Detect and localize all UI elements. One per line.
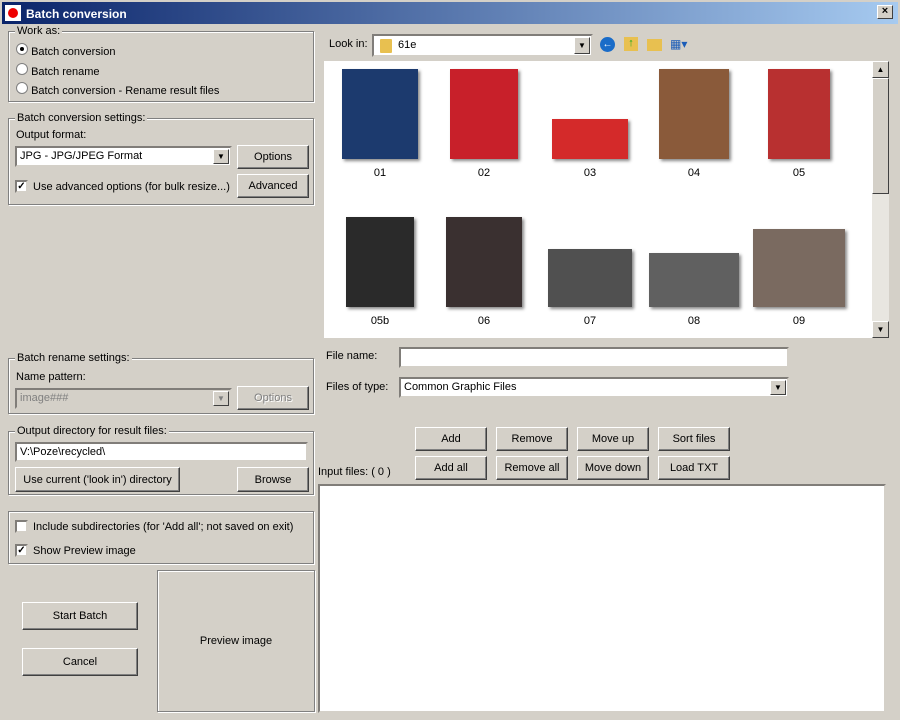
output-directory-input[interactable]: V:\Poze\recycled\ xyxy=(15,442,308,462)
checkbox-box[interactable] xyxy=(15,520,28,533)
input-files-list[interactable] xyxy=(318,484,886,713)
thumbnail-caption: 07 xyxy=(583,315,597,327)
files-of-type-value: Common Graphic Files xyxy=(404,381,517,393)
move-up-button[interactable]: Move up xyxy=(577,427,649,451)
output-format-label: Output format: xyxy=(16,129,87,141)
thumbnail-caption: 03 xyxy=(583,167,597,179)
name-pattern-value: image### xyxy=(20,392,69,404)
thumbnail-caption: 01 xyxy=(373,167,387,179)
output-format-select[interactable]: JPG - JPG/JPEG Format ▼ xyxy=(15,146,232,167)
remove-all-button[interactable]: Remove all xyxy=(496,456,568,480)
name-pattern-label: Name pattern: xyxy=(16,371,86,383)
advanced-options-checkbox[interactable]: ✓ Use advanced options (for bulk resize..… xyxy=(15,180,230,193)
input-files-label: Input files: ( 0 ) xyxy=(318,466,391,478)
scrollbar-thumb[interactable] xyxy=(872,78,889,194)
file-name-input[interactable] xyxy=(399,347,789,368)
thumbnail-image[interactable] xyxy=(659,69,729,159)
format-options-button[interactable]: Options xyxy=(237,145,309,169)
files-of-type-select[interactable]: Common Graphic Files ▼ xyxy=(399,377,789,398)
radio-batch-rename[interactable]: Batch rename xyxy=(16,63,100,78)
chevron-down-icon[interactable]: ▼ xyxy=(770,380,786,395)
thumbnail-caption: 05 xyxy=(792,167,806,179)
look-in-select[interactable]: 61e ▼ xyxy=(372,34,593,57)
radio-button[interactable] xyxy=(16,63,28,75)
look-in-value: 61e xyxy=(398,39,417,51)
start-batch-button[interactable]: Start Batch xyxy=(22,602,138,630)
thumbnail-caption: 09 xyxy=(792,315,806,327)
radio-label: Batch conversion - Rename result files xyxy=(31,85,220,97)
thumbnail-image[interactable] xyxy=(552,119,628,159)
add-button[interactable]: Add xyxy=(415,427,487,451)
thumbnail-caption: 04 xyxy=(687,167,701,179)
thumbnail-image[interactable] xyxy=(346,217,414,307)
name-pattern-select[interactable]: image### ▼ xyxy=(15,388,232,409)
folder-icon xyxy=(380,39,392,53)
add-all-button[interactable]: Add all xyxy=(415,456,487,480)
thumbnail-image[interactable] xyxy=(768,69,830,159)
output-dir-legend: Output directory for result files: xyxy=(15,425,169,437)
sort-files-button[interactable]: Sort files xyxy=(658,427,730,451)
new-folder-icon[interactable] xyxy=(647,39,662,51)
thumbnail-caption: 08 xyxy=(687,315,701,327)
thumbnail-image[interactable] xyxy=(753,229,845,307)
up-folder-icon[interactable]: ↑ xyxy=(624,37,638,51)
rename-options-button[interactable]: Options xyxy=(237,386,309,410)
radio-button[interactable] xyxy=(16,82,28,94)
conversion-legend: Batch conversion settings: xyxy=(15,112,148,124)
remove-button[interactable]: Remove xyxy=(496,427,568,451)
chevron-down-icon[interactable]: ▼ xyxy=(213,391,229,406)
preview-label: Preview image xyxy=(199,635,273,647)
chevron-down-icon[interactable]: ▼ xyxy=(213,149,229,164)
radio-label: Batch rename xyxy=(31,66,100,78)
check-icon[interactable]: ✓ xyxy=(15,180,28,193)
check-icon[interactable]: ✓ xyxy=(15,544,28,557)
file-name-label: File name: xyxy=(326,350,378,362)
checkbox-label: Include subdirectories (for 'Add all'; n… xyxy=(33,520,294,533)
thumbnail-caption: 02 xyxy=(477,167,491,179)
thumbnail-view[interactable]: 01 02 03 04 05 05b 06 07 08 09 xyxy=(324,61,872,338)
files-of-type-label: Files of type: xyxy=(326,381,389,393)
load-txt-button[interactable]: Load TXT xyxy=(658,456,730,480)
close-button[interactable]: × xyxy=(877,5,893,19)
thumbnail-image[interactable] xyxy=(450,69,518,159)
thumbnail-caption: 06 xyxy=(477,315,491,327)
title-bar: Batch conversion xyxy=(0,0,900,24)
preview-panel: Preview image xyxy=(157,570,315,712)
radio-batch-conversion-rename[interactable]: Batch conversion - Rename result files xyxy=(16,82,219,97)
app-icon xyxy=(5,5,21,21)
thumbnail-image[interactable] xyxy=(548,249,632,307)
advanced-button[interactable]: Advanced xyxy=(237,174,309,198)
rename-legend: Batch rename settings: xyxy=(15,352,132,364)
radio-batch-conversion[interactable]: Batch conversion xyxy=(16,43,115,58)
checkbox-label: Use advanced options (for bulk resize...… xyxy=(33,180,230,193)
back-icon[interactable]: ← xyxy=(600,37,615,52)
scroll-down-icon[interactable]: ▼ xyxy=(872,321,889,338)
move-down-button[interactable]: Move down xyxy=(577,456,649,480)
browse-button[interactable]: Browse xyxy=(237,467,309,492)
include-subdirectories-checkbox[interactable]: Include subdirectories (for 'Add all'; n… xyxy=(15,520,293,533)
thumbnail-caption: 05b xyxy=(370,315,390,327)
look-in-label: Look in: xyxy=(329,38,368,50)
radio-button[interactable] xyxy=(16,43,28,55)
thumbnail-image[interactable] xyxy=(649,253,739,307)
view-menu-icon[interactable]: ▦▾ xyxy=(670,37,692,52)
thumbnail-image[interactable] xyxy=(446,217,522,307)
use-current-directory-button[interactable]: Use current ('look in') directory xyxy=(15,467,180,492)
radio-label: Batch conversion xyxy=(31,46,116,58)
vertical-scrollbar[interactable]: ▲ ▼ xyxy=(872,61,889,338)
thumbnail-image[interactable] xyxy=(342,69,418,159)
checkbox-label: Show Preview image xyxy=(33,544,136,557)
show-preview-checkbox[interactable]: ✓ Show Preview image xyxy=(15,544,136,557)
chevron-down-icon[interactable]: ▼ xyxy=(574,37,590,54)
output-format-value: JPG - JPG/JPEG Format xyxy=(20,150,143,162)
window-title: Batch conversion xyxy=(26,7,127,21)
work-as-legend: Work as: xyxy=(15,25,63,37)
cancel-button[interactable]: Cancel xyxy=(22,648,138,676)
scroll-up-icon[interactable]: ▲ xyxy=(872,61,889,78)
